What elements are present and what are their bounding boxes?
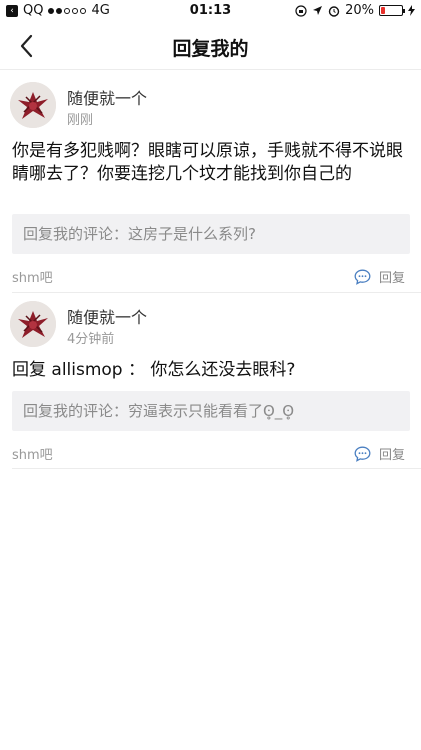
alarm-icon: [328, 5, 340, 17]
page-title: 回复我的: [172, 38, 249, 60]
forum-name[interactable]: shm吧: [12, 267, 53, 286]
status-right: 20%: [295, 3, 415, 18]
status-bar: ‹ QQ 4G 01:13 20%: [0, 0, 421, 22]
reply-label: 回复: [378, 448, 405, 463]
comment-timestamp: 4分钟前: [67, 332, 115, 347]
comment-bubble-icon: [354, 446, 371, 462]
avatar-image: [10, 82, 56, 128]
rotation-lock-icon: [295, 4, 307, 17]
comment-username[interactable]: 随便就一个: [67, 304, 147, 328]
forum-name[interactable]: shm吧: [12, 444, 53, 463]
avatar[interactable]: [10, 301, 56, 347]
location-arrow-icon: [313, 6, 323, 15]
comment-content[interactable]: 你是有多犯贱啊？眼瞎可以原谅，手贱就不得不说眼睛哪去了？你要连挖几个坟才能找到你…: [12, 140, 408, 186]
comment-content[interactable]: 回复 allismop ： 你怎么还没去眼科?: [12, 359, 408, 382]
avatar[interactable]: [10, 82, 56, 128]
divider: [12, 292, 421, 293]
comment-timestamp: 刚刚: [67, 113, 94, 128]
reply-button[interactable]: 回复: [354, 444, 405, 463]
battery-percent: 20%: [345, 3, 374, 18]
comment-bubble-icon: [354, 269, 371, 285]
avatar-image: [10, 301, 56, 347]
battery-fill: [381, 7, 385, 14]
battery-icon: [379, 5, 405, 16]
quoted-comment[interactable]: 回复我的评论：这房子是什么系列?: [12, 214, 410, 254]
quoted-comment[interactable]: 回复我的评论：穷逼表示只能看看了ʘ̥_ʘ̥: [12, 391, 410, 431]
reply-label: 回复: [378, 271, 405, 286]
navigation-bar: 回复我的: [0, 22, 421, 70]
bolt-icon: [408, 5, 415, 16]
reply-button[interactable]: 回复: [354, 267, 405, 286]
divider: [12, 468, 421, 469]
comment-username[interactable]: 随便就一个: [67, 85, 147, 109]
